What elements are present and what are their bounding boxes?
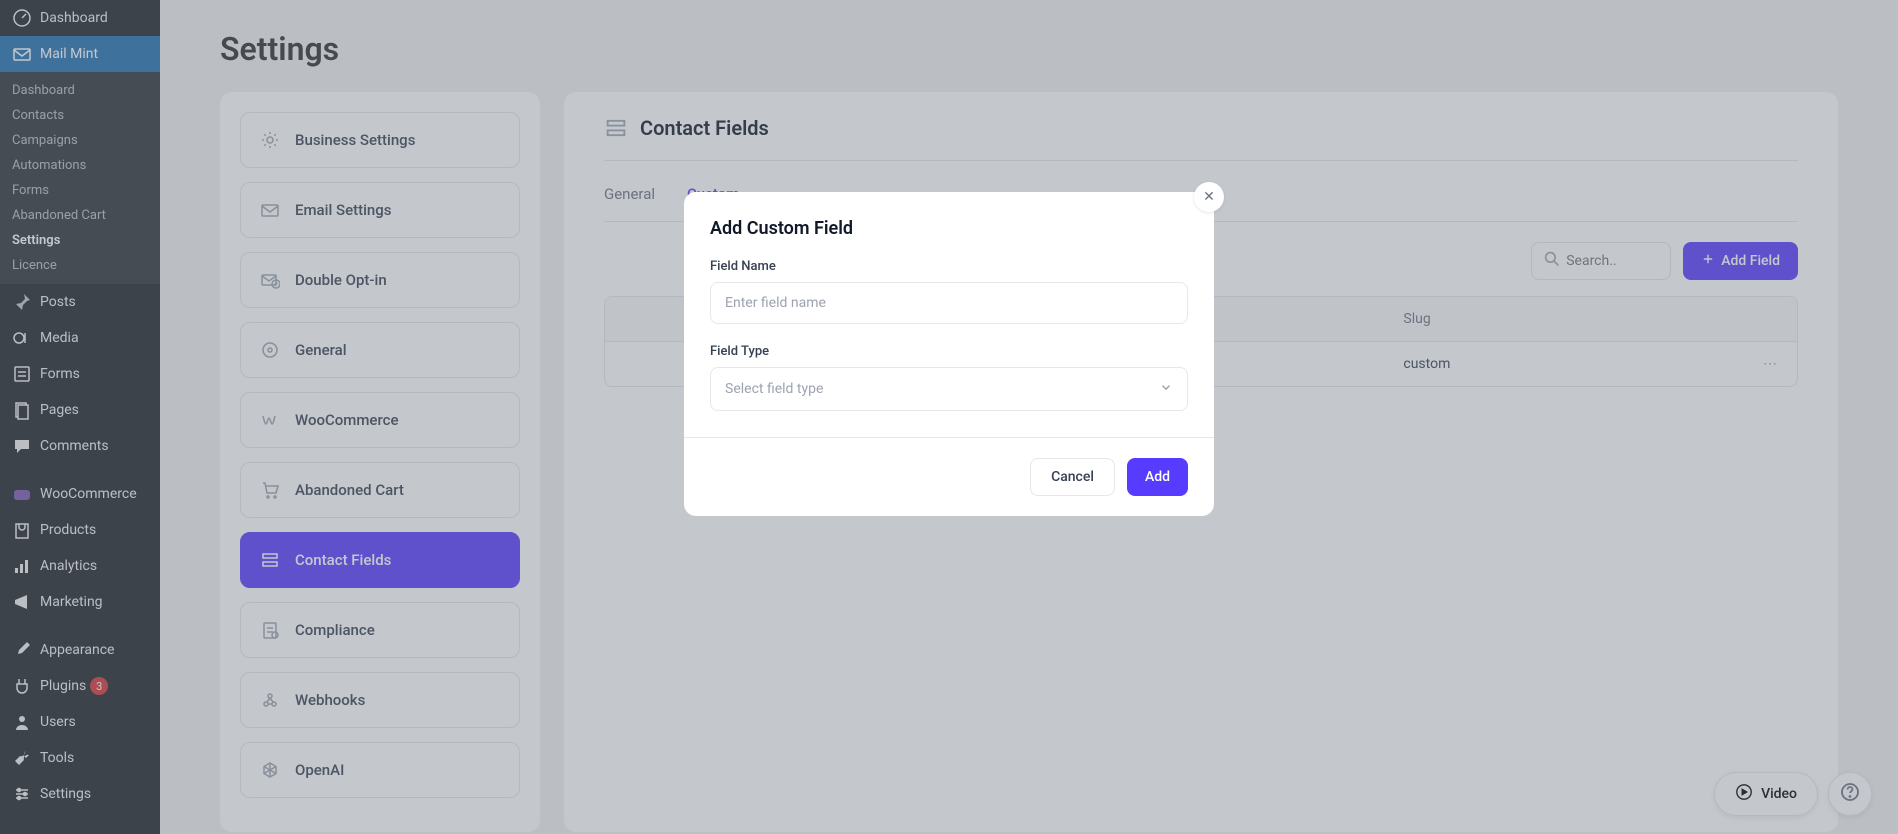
modal-title: Add Custom Field [710,218,1188,239]
field-name-label: Field Name [710,259,1188,274]
add-custom-field-modal: ✕ Add Custom Field Field Name Field Type… [684,192,1214,516]
modal-overlay[interactable]: ✕ Add Custom Field Field Name Field Type… [0,0,1898,834]
cancel-button[interactable]: Cancel [1030,458,1115,496]
field-type-select[interactable]: Select field type [710,367,1188,411]
modal-close-button[interactable]: ✕ [1194,182,1224,212]
chevron-down-icon [1159,380,1173,398]
field-type-placeholder: Select field type [725,381,823,397]
field-name-input[interactable] [710,282,1188,324]
add-button[interactable]: Add [1127,458,1188,496]
field-type-label: Field Type [710,344,1188,359]
close-icon: ✕ [1203,189,1215,205]
